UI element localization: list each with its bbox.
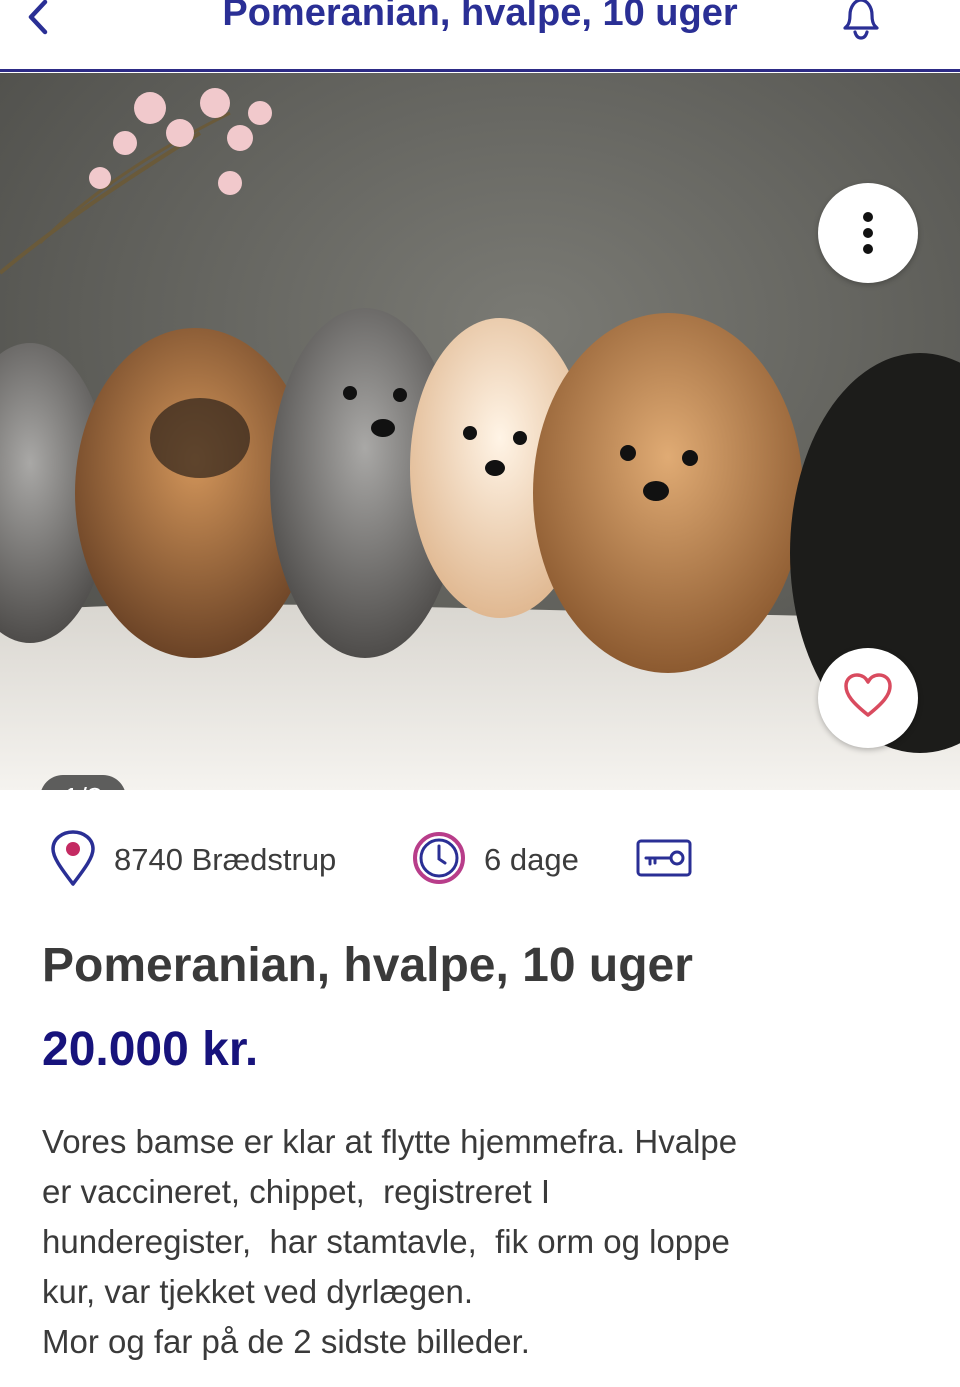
favorite-button[interactable]	[818, 648, 918, 748]
posted-age-info: 6 dage	[412, 820, 579, 900]
clock-icon	[412, 831, 466, 889]
posted-age-text: 6 dage	[484, 842, 579, 877]
description-line: kur, var tjekket ved dyrlægen.	[42, 1273, 474, 1310]
bell-icon	[834, 0, 888, 46]
key-info	[636, 820, 692, 900]
back-button[interactable]	[14, 0, 64, 40]
listing-description: Vores bamse er klar at flytte hjemmefra.…	[42, 1117, 942, 1367]
more-vertical-icon	[861, 211, 875, 255]
listing-price: 20.000 kr.	[42, 1023, 259, 1076]
puppies-photo	[0, 73, 960, 790]
notifications-button[interactable]	[832, 0, 890, 42]
page-title: Pomeranian, hvalpe, 10 uger	[222, 0, 738, 34]
location-pin-icon	[50, 829, 96, 891]
description-line: er vaccineret, chippet, registreret I	[42, 1173, 551, 1210]
meta-row: 8740 Brædstrup 6 dage	[0, 820, 960, 900]
more-options-button[interactable]	[818, 183, 918, 283]
top-bar: Pomeranian, hvalpe, 10 uger	[0, 0, 960, 72]
listing-photo[interactable]: 1/3	[0, 73, 960, 790]
description-line: Vores bamse er klar at flytte hjemmefra.…	[42, 1123, 738, 1160]
location-info: 8740 Brædstrup	[50, 820, 336, 900]
location-text: 8740 Brædstrup	[114, 842, 337, 877]
heart-icon	[843, 673, 893, 723]
key-icon	[636, 839, 692, 881]
description-line: hunderegister, har stamtavle, fik orm og…	[42, 1223, 730, 1260]
chevron-left-icon	[19, 0, 59, 42]
listing-title: Pomeranian, hvalpe, 10 uger	[42, 939, 693, 992]
description-line: Mor og far på de 2 sidste billeder.	[42, 1323, 530, 1360]
image-counter: 1/3	[40, 775, 126, 790]
